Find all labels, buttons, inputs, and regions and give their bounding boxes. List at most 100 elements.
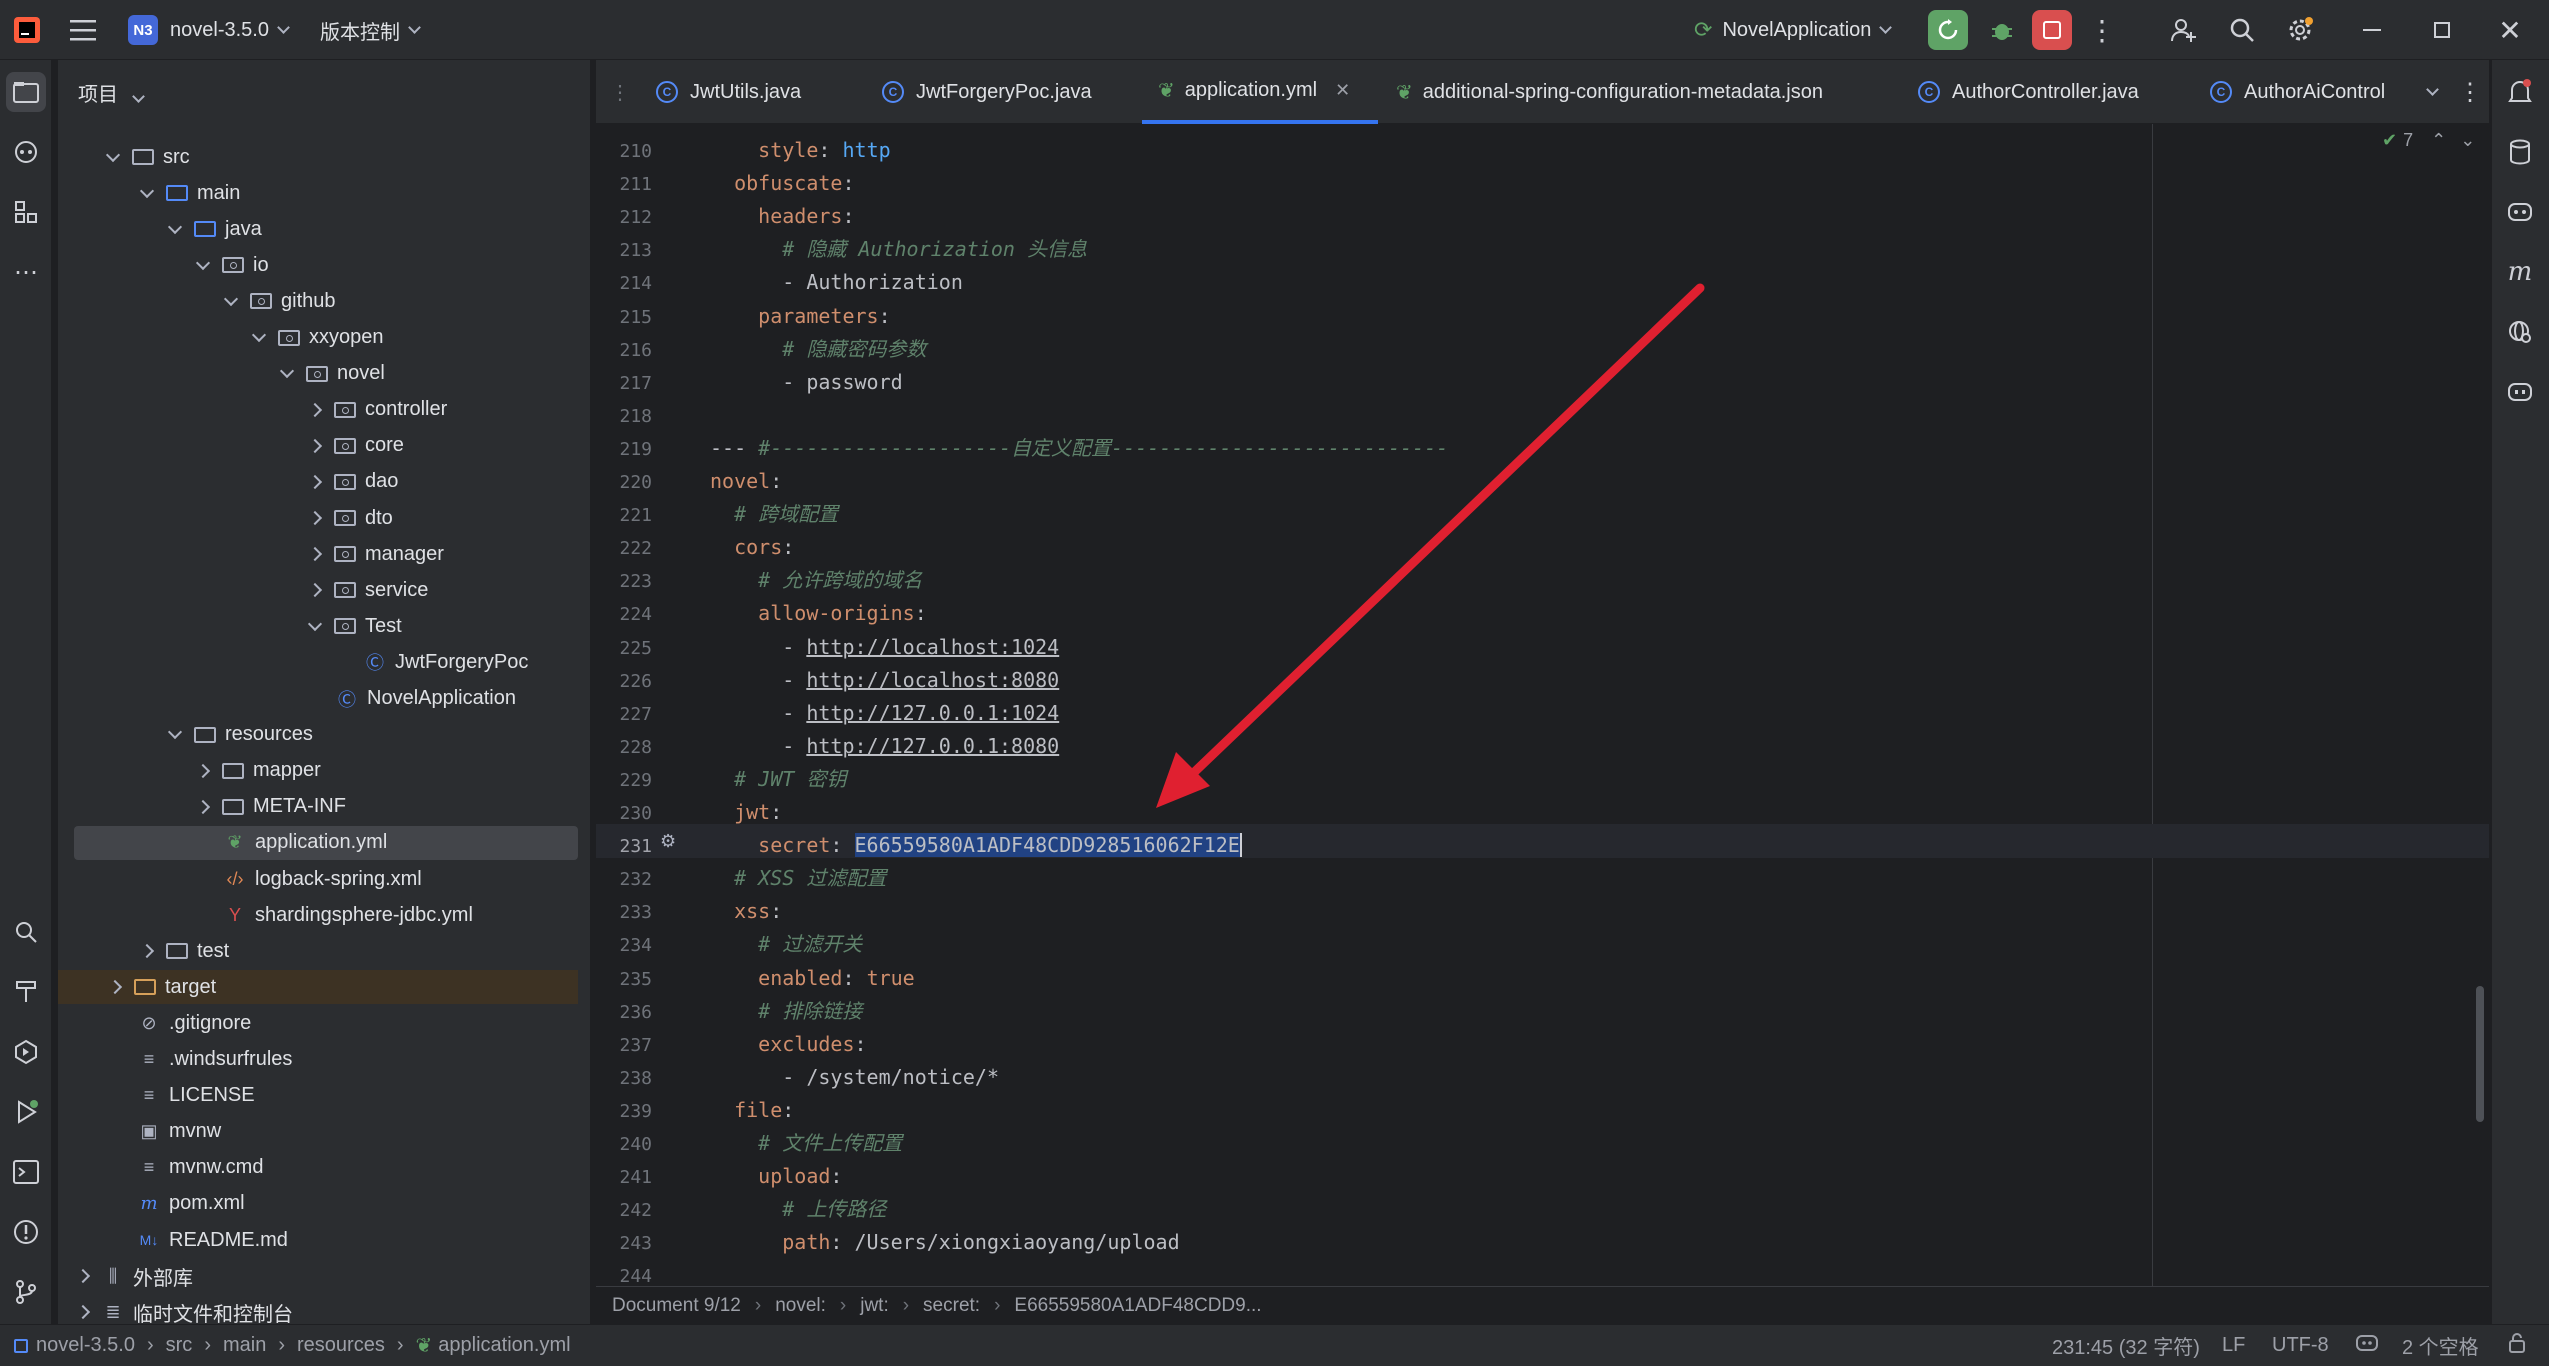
chevron-down-icon[interactable] <box>139 183 155 198</box>
tree-item-target[interactable]: target <box>58 970 578 1005</box>
ai-assistant-icon[interactable] <box>2500 192 2540 232</box>
chevron-right-icon[interactable] <box>195 763 211 778</box>
indent-setting[interactable]: 2 个空格 <box>2402 1331 2479 1360</box>
breadcrumb-item[interactable]: jwt: <box>860 1295 889 1317</box>
structure-icon[interactable] <box>6 192 46 232</box>
chevron-down-icon[interactable] <box>195 255 211 270</box>
copilot-chat-icon[interactable] <box>2500 372 2540 412</box>
run-config-selector[interactable]: ⟳ NovelApplication <box>1694 0 1893 60</box>
tree-item-mvnw-cmd[interactable]: ≡ mvnw.cmd <box>58 1151 578 1185</box>
tree-item-application-yml[interactable]: ❦ application.yml <box>74 825 578 860</box>
tree-item-test-pkg[interactable]: Test <box>58 609 578 643</box>
tree-item-logback-spring-xml[interactable]: ‹/› logback-spring.xml <box>58 862 578 896</box>
find-icon[interactable] <box>6 912 46 952</box>
caret-position[interactable]: 231:45 (32 字符) <box>2052 1331 2200 1360</box>
stop-button[interactable] <box>2032 10 2072 50</box>
services-icon[interactable] <box>6 1032 46 1072</box>
rerun-button[interactable] <box>1928 10 1968 50</box>
tree-item-pom-xml[interactable]: m pom.xml <box>58 1187 578 1221</box>
chevron-down-icon[interactable] <box>167 725 183 740</box>
chevron-right-icon[interactable] <box>307 583 323 598</box>
tree-item-license[interactable]: ≡ LICENSE <box>58 1079 578 1113</box>
chevron-right-icon[interactable] <box>307 547 323 562</box>
endpoints-icon[interactable] <box>2500 312 2540 352</box>
status-path-item[interactable]: main <box>223 1334 266 1357</box>
tree-item-mapper[interactable]: mapper <box>58 754 578 788</box>
tree-item-resources[interactable]: resources <box>58 718 578 752</box>
tree-item-core[interactable]: core <box>58 429 578 463</box>
notifications-icon[interactable] <box>2500 72 2540 112</box>
problems-icon[interactable] <box>6 1212 46 1252</box>
chevron-down-icon[interactable] <box>307 616 323 631</box>
project-switcher[interactable]: N3 novel-3.5.0 <box>128 0 290 60</box>
project-panel-header[interactable]: 项目 <box>78 78 145 107</box>
chevron-right-icon[interactable] <box>307 474 323 489</box>
terminal-icon[interactable] <box>6 1152 46 1192</box>
maven-icon[interactable]: m <box>2500 252 2540 292</box>
tree-item-gitignore[interactable]: ⊘ .gitignore <box>58 1006 578 1040</box>
chevron-right-icon[interactable] <box>307 402 323 417</box>
breadcrumb-item[interactable]: novel: <box>775 1295 826 1317</box>
tree-item-service[interactable]: service <box>58 573 578 607</box>
breadcrumb-item[interactable]: secret: <box>923 1295 980 1317</box>
chevron-right-icon[interactable] <box>75 1305 91 1320</box>
tree-item-controller[interactable]: controller <box>58 393 578 427</box>
minimize-icon[interactable] <box>2352 10 2392 50</box>
tree-item-novelapplication[interactable]: Ⓒ NovelApplication <box>58 682 578 716</box>
tree-item-dao[interactable]: dao <box>58 465 578 499</box>
tree-item-xxyopen[interactable]: xxyopen <box>58 321 578 355</box>
tree-item-test[interactable]: test <box>58 934 578 968</box>
tree-item-shardingsphere-jdbc-yml[interactable]: Yshardingsphere-jdbc.yml <box>58 898 578 932</box>
status-path-item[interactable]: resources <box>297 1334 385 1357</box>
tree-item-src[interactable]: src <box>58 140 578 174</box>
breadcrumb-item[interactable]: Document 9/12 <box>612 1295 741 1317</box>
more-actions-icon[interactable]: ⋮ <box>2082 10 2122 50</box>
build-icon[interactable] <box>6 972 46 1012</box>
chevron-right-icon[interactable] <box>107 980 123 995</box>
chevron-right-icon[interactable] <box>307 438 323 453</box>
chevron-down-icon[interactable] <box>105 147 121 162</box>
line-separator[interactable]: LF <box>2222 1334 2245 1357</box>
copilot-icon[interactable] <box>6 132 46 172</box>
settings-icon[interactable] <box>2280 10 2320 50</box>
tree-item-external-libraries[interactable]: ⫼ 外部库 <box>58 1259 578 1293</box>
chevron-down-icon[interactable] <box>167 219 183 234</box>
tree-item-main[interactable]: main <box>58 176 578 210</box>
chevron-down-icon[interactable] <box>251 327 267 343</box>
tree-item-manager[interactable]: manager <box>58 537 578 571</box>
chevron-right-icon[interactable] <box>75 1269 91 1284</box>
status-path-item[interactable]: novel-3.5.0 <box>36 1334 135 1357</box>
tree-item-io[interactable]: io <box>58 248 578 282</box>
main-menu-icon[interactable] <box>70 0 96 60</box>
debug-icon[interactable] <box>1982 10 2022 50</box>
close-icon[interactable]: ✕ <box>2490 10 2530 50</box>
lock-icon[interactable] <box>2508 1332 2526 1360</box>
copilot-status-icon[interactable] <box>2356 1333 2378 1359</box>
add-user-icon[interactable] <box>2164 10 2204 50</box>
tree-item-readme-md[interactable]: M↓ README.md <box>58 1223 578 1257</box>
project-tool-icon[interactable] <box>6 72 46 112</box>
more-tools-icon[interactable]: ⋯ <box>6 252 46 292</box>
tree-item-meta-inf[interactable]: META-INF <box>58 790 578 824</box>
breadcrumb-item[interactable]: E66559580A1ADF48CDD9... <box>1014 1295 1261 1317</box>
tree-item-windsurfrules[interactable]: ≡ .windsurfrules <box>58 1043 578 1077</box>
file-encoding[interactable]: UTF-8 <box>2272 1334 2329 1357</box>
ide-logo-icon[interactable] <box>12 0 42 60</box>
chevron-down-icon[interactable] <box>223 291 239 306</box>
tree-item-jwtforgerypoc[interactable]: Ⓒ JwtForgeryPoc <box>58 645 578 679</box>
tree-item-java[interactable]: java <box>58 212 578 246</box>
status-path-item[interactable]: application.yml <box>438 1334 570 1357</box>
tree-item-github[interactable]: github <box>58 284 578 318</box>
status-path-item[interactable]: src <box>166 1334 193 1357</box>
tree-item-mvnw[interactable]: ▣ mvnw <box>58 1115 578 1149</box>
search-icon[interactable] <box>2222 10 2262 50</box>
run-icon[interactable] <box>6 1092 46 1132</box>
chevron-right-icon[interactable] <box>195 799 211 814</box>
maximize-icon[interactable] <box>2422 10 2462 50</box>
tree-item-novel[interactable]: novel <box>58 357 578 391</box>
git-icon[interactable] <box>6 1272 46 1312</box>
chevron-right-icon[interactable] <box>139 944 155 959</box>
chevron-right-icon[interactable] <box>307 510 323 526</box>
chevron-down-icon[interactable] <box>279 364 295 379</box>
vcs-menu[interactable]: 版本控制 <box>320 0 421 60</box>
